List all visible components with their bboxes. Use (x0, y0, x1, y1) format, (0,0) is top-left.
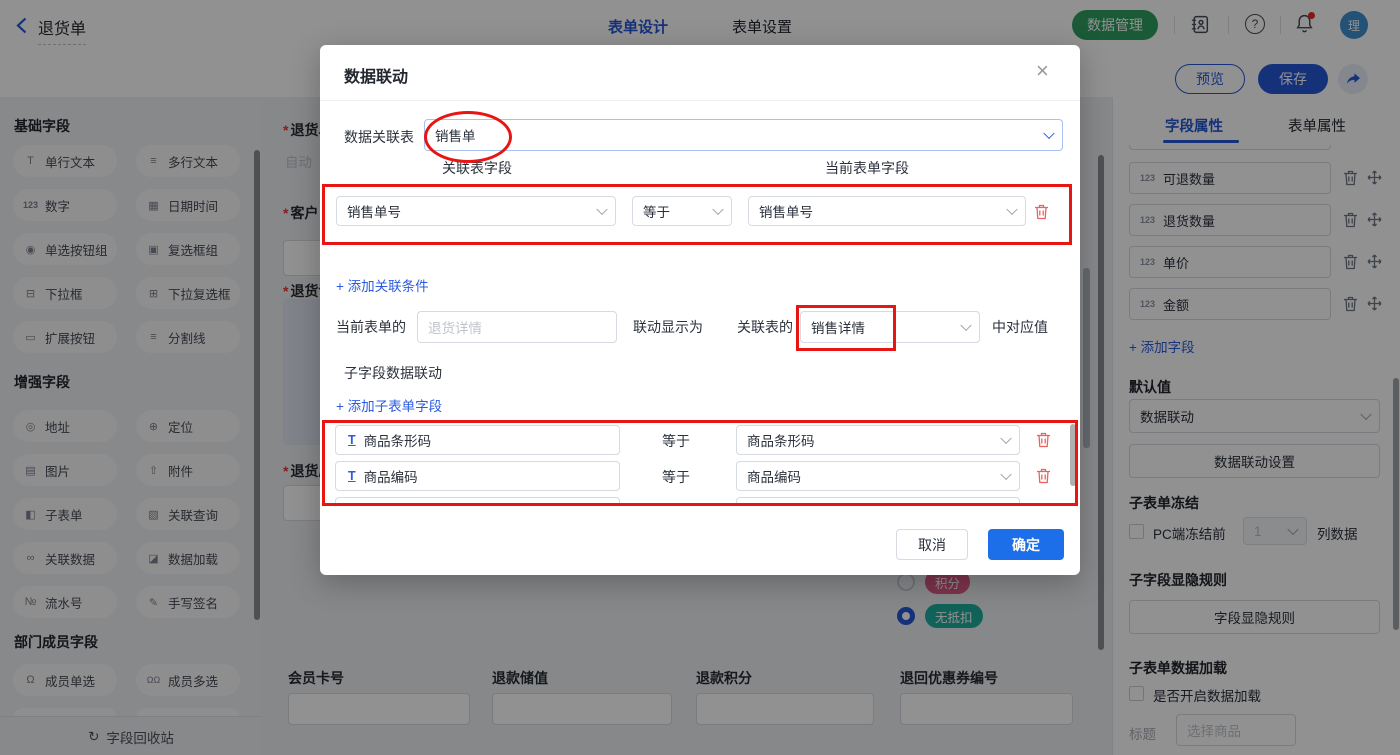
modal-divider (320, 100, 1080, 101)
subfield-value-select[interactable]: 商品条形码 (736, 425, 1020, 455)
condition-field-select[interactable]: 销售单号 (336, 196, 616, 226)
chevron-down-icon (1043, 128, 1054, 139)
subfield-field-box[interactable]: T商品编码 (335, 461, 620, 491)
display-field-input[interactable]: 退货详情 (417, 311, 617, 343)
display-middle-label: 联动显示为 (633, 317, 703, 337)
subfield-operator: 等于 (662, 431, 690, 451)
chevron-down-icon (712, 204, 723, 215)
data-linkage-modal: 数据联动 × 数据关联表 销售单 关联表字段 当前表单字段 销售单号 等于 销售… (320, 45, 1080, 575)
chevron-down-icon (1006, 204, 1017, 215)
condition-target-select[interactable]: 销售单号 (748, 196, 1026, 226)
display-value-select[interactable]: 销售详情 (800, 311, 980, 343)
column-header-left: 关联表字段 (442, 158, 512, 178)
add-subfield-link[interactable]: + 添加子表单字段 (336, 395, 442, 415)
chevron-down-icon (596, 204, 607, 215)
display-table-label: 关联表的 (737, 317, 793, 337)
column-header-right: 当前表单字段 (825, 158, 909, 178)
close-icon[interactable]: × (1036, 58, 1049, 84)
display-suffix-label: 中对应值 (992, 317, 1048, 337)
subfield-row-partial (335, 497, 620, 503)
subfield-section-title: 子字段数据联动 (344, 363, 442, 383)
display-prefix-label: 当前表单的 (336, 317, 406, 337)
plus-icon: + (336, 279, 344, 294)
confirm-button[interactable]: 确定 (988, 529, 1064, 560)
cancel-button[interactable]: 取消 (896, 529, 968, 560)
chevron-down-icon (960, 320, 971, 331)
subfield-field-box[interactable]: T商品条形码 (335, 425, 620, 455)
add-condition-link[interactable]: + 添加关联条件 (336, 275, 429, 295)
window-scrollbar[interactable] (1393, 378, 1399, 630)
condition-operator-select[interactable]: 等于 (632, 196, 732, 226)
app-root: 退货单 表单设计 表单设置 数据管理 ? 理 表单外链 后端脚本 数据权限 预览 (0, 0, 1400, 755)
relation-table-select[interactable]: 销售单 (424, 119, 1063, 151)
modal-scrollbar[interactable] (1070, 424, 1076, 486)
chevron-down-icon (1000, 433, 1011, 444)
subfield-value-select[interactable]: 商品编码 (736, 461, 1020, 491)
trash-icon[interactable] (1036, 432, 1051, 448)
subfield-operator: 等于 (662, 467, 690, 487)
chevron-down-icon (1000, 469, 1011, 480)
plus-icon: + (336, 399, 344, 414)
subfield-row-partial (736, 497, 1020, 503)
trash-icon[interactable] (1034, 204, 1049, 220)
trash-icon[interactable] (1036, 468, 1051, 484)
text-icon: T (348, 433, 356, 447)
modal-title: 数据联动 (344, 63, 408, 87)
text-icon: T (348, 469, 356, 483)
relation-table-label: 数据关联表 (344, 127, 414, 147)
